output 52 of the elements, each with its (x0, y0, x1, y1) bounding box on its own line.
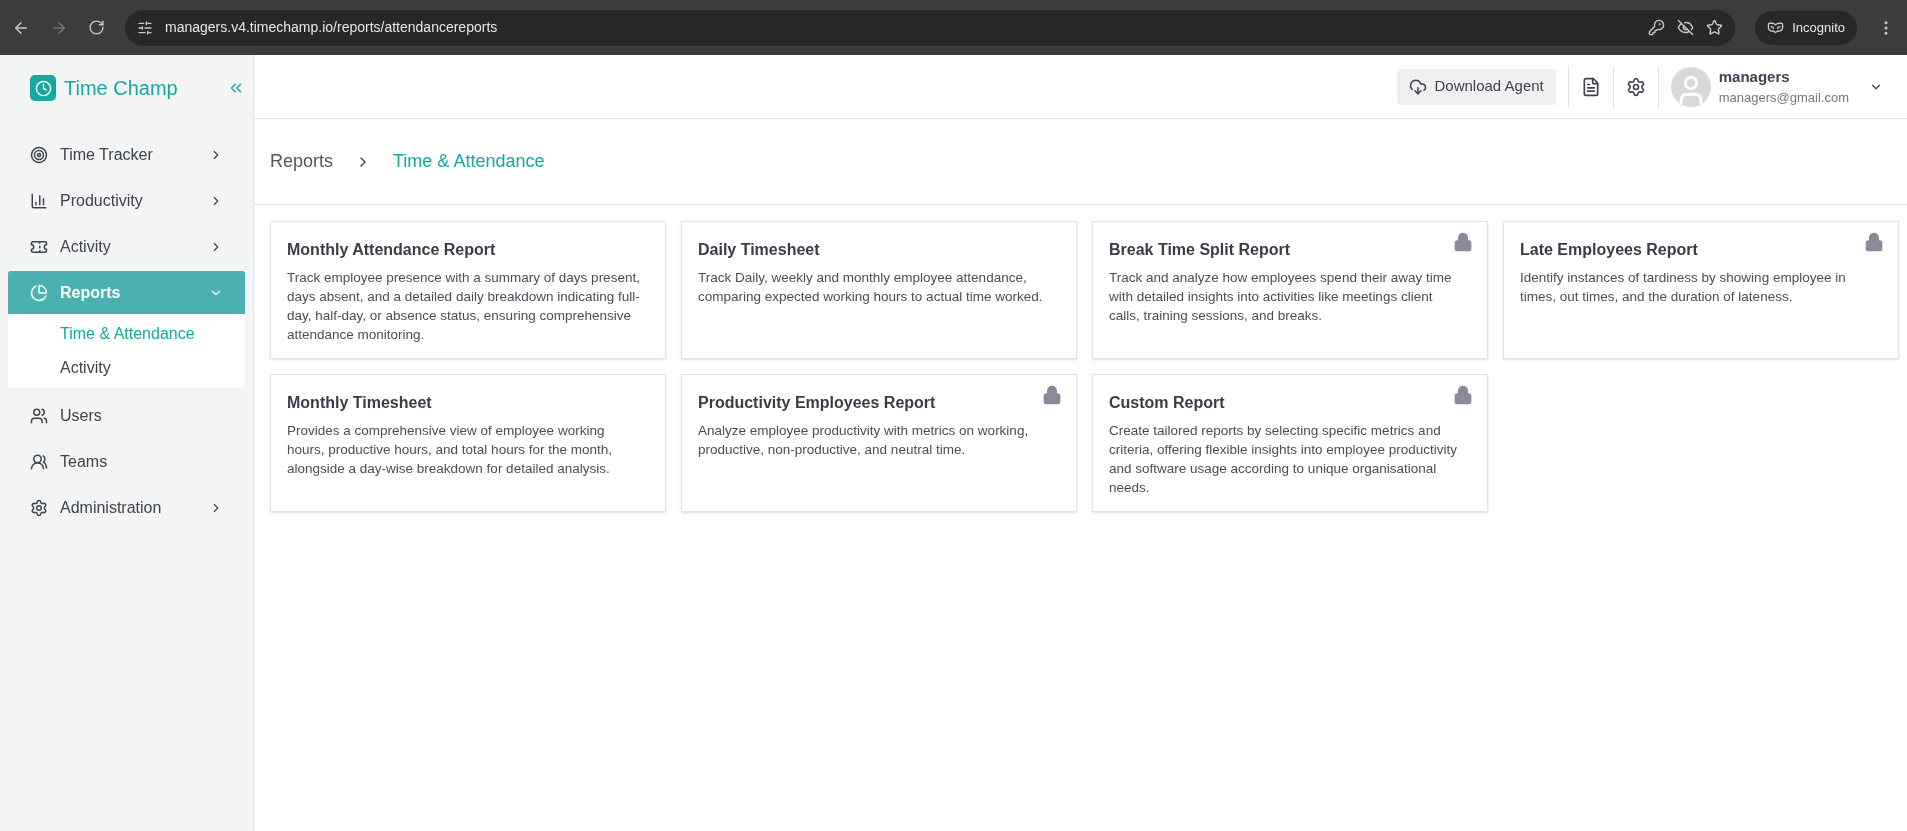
sidebar-item[interactable]: Activity (8, 225, 245, 268)
report-card[interactable]: Late Employees Report Identify instances of tardiness by showing employee in times, out times, and the duration of lateness. (1503, 221, 1899, 359)
user-name: managers (1718, 66, 1791, 87)
card-description: Create tailored reports by selecting specific metrics and criteria, offering flexible insights into employee productivity and software usage according to unique organisational needs. (1109, 422, 1458, 497)
sidebar-item[interactable]: Productivity (8, 179, 245, 222)
card-title: Productivity Employees Report (698, 393, 937, 413)
card-description: Track Daily, weekly and monthly employee attendance, comparing expected working hours to actual time worked. (698, 269, 1044, 306)
report-card[interactable]: Daily Timesheet Track Daily, weekly and monthly employee attendance, comparing expected working hours to actual time worked. (681, 221, 1077, 359)
incognito-label: Incognito (1792, 18, 1845, 37)
card-title: Daily Timesheet (698, 240, 821, 260)
logo-icon (30, 75, 56, 101)
submenu-item[interactable]: Activity (8, 351, 245, 385)
report-card[interactable]: Custom Report Create tailored reports by selecting specific metrics and criteria, offering flexible insights into employee productivity and software usage according to unique organisational needs. (1092, 374, 1488, 512)
address-bar[interactable]: managers.v4.timechamp.io/reports/attendancereports (125, 9, 1736, 46)
pie-chart-icon (30, 283, 48, 302)
sidebar-item[interactable]: Administration (8, 486, 245, 529)
card-description: Track employee presence with a summary of days present, days absent, and a detailed daily breakdown indicating full-day, half-day, or absence status, ensuring comprehensive attendance monitoring. (287, 269, 641, 344)
sidebar-item[interactable]: Users (8, 394, 245, 437)
target-icon (30, 145, 48, 164)
report-card[interactable]: Break Time Split Report Track and analyze how employees spend their away time with detailed insights into activities like meetings client calls, training sessions, and breaks. (1092, 221, 1488, 359)
key-icon[interactable] (1648, 19, 1666, 36)
card-description: Analyze employee productivity with metrics on working, productive, non-productive, and neutral time. (698, 422, 1030, 459)
card-title: Break Time Split Report (1109, 240, 1292, 260)
user-email: managers@gmail.com (1718, 89, 1849, 107)
eye-off-icon[interactable] (1677, 19, 1695, 36)
group-icon (30, 452, 48, 471)
card-title: Late Employees Report (1520, 240, 1699, 260)
bar-chart-icon (30, 191, 48, 210)
settings-icon[interactable] (1625, 76, 1646, 97)
bookmark-icon[interactable] (1706, 19, 1724, 36)
card-description: Provides a comprehensive view of employee working hours, productive hours, and total hours for the month, alongside a day-wise breakdown for detailed analysis. (287, 422, 613, 478)
card-title: Monthly Timesheet (287, 393, 433, 413)
users-icon (30, 406, 48, 425)
sidebar-item[interactable]: Time Tracker (8, 133, 245, 176)
sidebar-item[interactable]: Teams (8, 440, 245, 483)
brand-name: Time Champ (64, 76, 178, 101)
cloud-download-icon (1408, 77, 1427, 96)
settings-icon (30, 498, 48, 517)
report-card[interactable]: Monthly Timesheet Provides a comprehensive view of employee working hours, productive hours, and total hours for the month, alongside a day-wise breakdown for detailed analysis. (270, 374, 666, 512)
card-title: Monthly Attendance Report (287, 240, 497, 260)
incognito-badge[interactable]: Incognito (1755, 10, 1857, 45)
breadcrumb-item: Time & Attendance (393, 150, 545, 173)
reload-icon[interactable] (88, 19, 105, 36)
card-description: Track and analyze how employees spend their away time with detailed insights into activities like meetings client calls, training sessions, and breaks. (1109, 269, 1453, 325)
download-agent-button[interactable]: Download Agent (1396, 68, 1556, 105)
site-settings-icon[interactable] (137, 19, 153, 36)
url-text: managers.v4.timechamp.io/reports/attendancereports (165, 18, 499, 37)
report-card[interactable]: Productivity Employees Report Analyze employee productivity with metrics on working, productive, non-productive, and neutral time. (681, 374, 1077, 512)
breadcrumb-item[interactable]: Reports (270, 148, 334, 175)
card-title: Custom Report (1109, 393, 1226, 413)
card-description: Identify instances of tardiness by showing employee in times, out times, and the duration of lateness. (1520, 269, 1847, 306)
report-card[interactable] (270, 221, 666, 359)
